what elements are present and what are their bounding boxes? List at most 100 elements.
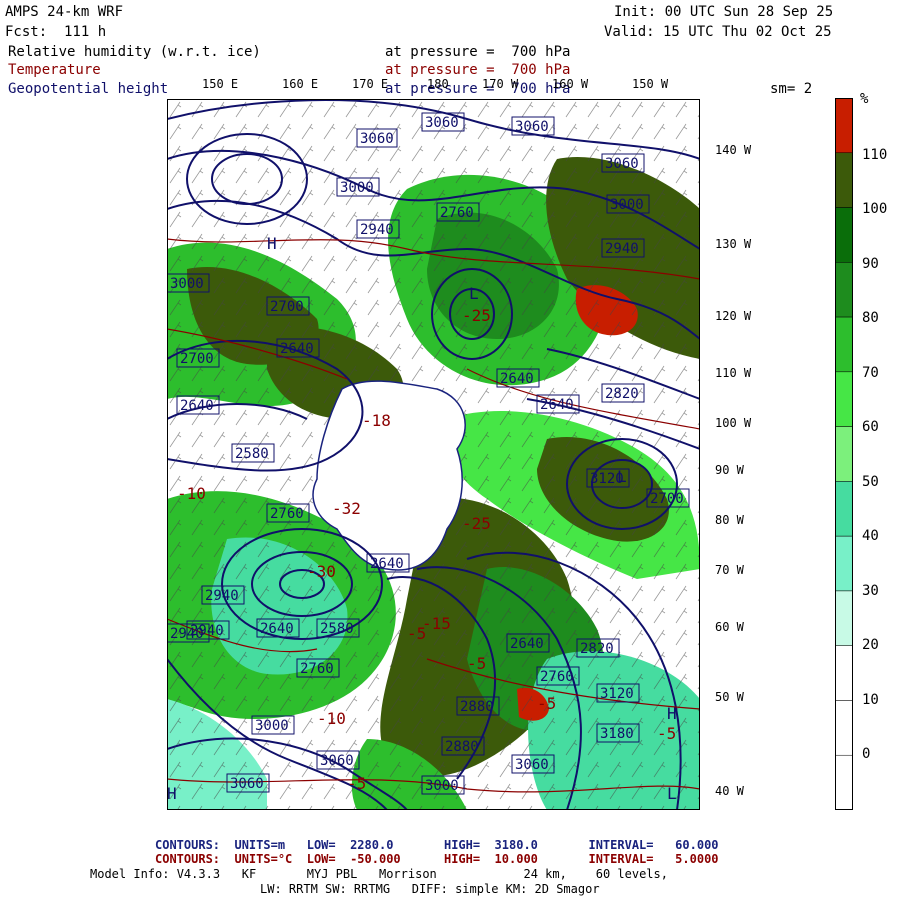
temp-label: -25 <box>462 514 491 533</box>
temp-label: -5 <box>657 724 676 743</box>
model-title: AMPS 24-km WRF <box>5 4 124 20</box>
height-label: 2820 <box>601 383 645 403</box>
colorbar-label: 90 <box>862 256 879 272</box>
height-label: 3000 <box>167 273 210 293</box>
colorbar-label: 60 <box>862 419 879 435</box>
colorbar-label: 10 <box>862 692 879 708</box>
field-height-level: at pressure = 700 hPa <box>385 81 571 97</box>
svg-text:2820: 2820 <box>605 386 639 402</box>
svg-text:3060: 3060 <box>605 156 639 172</box>
svg-text:2760: 2760 <box>270 506 304 522</box>
lon-label-right: 40 W <box>715 784 744 798</box>
svg-text:2640: 2640 <box>260 621 294 637</box>
height-label: 3060 <box>511 116 555 136</box>
smoothing-label: sm= 2 <box>770 81 813 97</box>
svg-text:3060: 3060 <box>515 757 549 773</box>
svg-text:2700: 2700 <box>650 491 684 507</box>
init-time: Init: 00 UTC Sun 28 Sep 25 <box>614 4 834 20</box>
lon-label: 160 W <box>552 77 589 91</box>
svg-text:2640: 2640 <box>180 398 214 414</box>
lon-label: 170 W <box>482 77 519 91</box>
temp-label: -18 <box>362 411 391 430</box>
height-label: 2580 <box>231 443 275 463</box>
lon-label: 170 E <box>352 77 389 91</box>
colorbar-label: 30 <box>862 583 879 599</box>
lon-label: 160 E <box>282 77 319 91</box>
svg-text:2580: 2580 <box>320 621 354 637</box>
colorbar-cell <box>835 262 853 318</box>
svg-text:2640: 2640 <box>540 397 574 413</box>
footer-model-info: Model Info: V4.3.3 KF MYJ PBL Morrison 2… <box>90 867 668 881</box>
height-label: 2640 <box>366 553 410 573</box>
svg-text:2700: 2700 <box>270 299 304 315</box>
svg-text:2760: 2760 <box>540 669 574 685</box>
height-label: 2940 <box>356 219 400 239</box>
temp-label: -5 <box>407 624 426 643</box>
footer-temp-contours: CONTOURS: UNITS=°C LOW= -50.000 HIGH= 10… <box>155 852 719 866</box>
temp-label: -5 <box>537 694 556 713</box>
svg-text:3180: 3180 <box>600 726 634 742</box>
temp-label: -5 <box>467 654 486 673</box>
height-label: 2700 <box>266 296 310 316</box>
height-label: 2640 <box>256 618 300 638</box>
colorbar-unit: % <box>860 91 869 107</box>
lon-label-right: 80 W <box>715 513 744 527</box>
svg-text:2580: 2580 <box>235 446 269 462</box>
temp-label: -10 <box>177 484 206 503</box>
colorbar-cell <box>835 371 853 427</box>
svg-text:3000: 3000 <box>340 180 374 196</box>
temp-label: -5 <box>347 774 366 793</box>
svg-text:2640: 2640 <box>280 341 314 357</box>
colorbar-label: 40 <box>862 528 879 544</box>
height-label: 3180 <box>596 723 640 743</box>
svg-text:2760: 2760 <box>440 205 474 221</box>
svg-text:3060: 3060 <box>320 753 354 769</box>
forecast-hour: Fcst: 111 h <box>5 24 107 40</box>
svg-text:2640: 2640 <box>370 556 404 572</box>
temp-label: -30 <box>307 562 336 581</box>
height-label: 3120 <box>596 683 640 703</box>
temp-label: -32 <box>332 499 361 518</box>
svg-text:3060: 3060 <box>515 119 549 135</box>
colorbar-cell <box>835 426 853 482</box>
svg-text:2880: 2880 <box>460 699 494 715</box>
svg-text:3000: 3000 <box>170 276 204 292</box>
high-center: H <box>667 704 677 723</box>
colorbar-label: 100 <box>862 201 888 217</box>
lon-label-right: 120 W <box>715 309 752 323</box>
height-label: 2640 <box>506 633 550 653</box>
height-label: 2640 <box>176 395 220 415</box>
lon-label-right: 100 W <box>715 416 752 430</box>
svg-text:2940: 2940 <box>170 626 204 642</box>
height-label: 3000 <box>336 177 380 197</box>
field-temp-level: at pressure = 700 hPa <box>385 62 571 78</box>
colorbar-cell <box>835 535 853 592</box>
svg-text:3000: 3000 <box>255 718 289 734</box>
low-center: L <box>469 284 479 303</box>
field-rh-level: at pressure = 700 hPa <box>385 44 571 60</box>
svg-text:3120: 3120 <box>600 686 634 702</box>
colorbar <box>835 98 853 810</box>
lon-label: 180 <box>427 77 449 91</box>
svg-text:3060: 3060 <box>230 776 264 792</box>
svg-text:2760: 2760 <box>300 661 334 677</box>
colorbar-label: 50 <box>862 474 879 490</box>
height-label: 2640 <box>276 338 320 358</box>
svg-text:3000: 3000 <box>610 197 644 213</box>
height-label: 2940 <box>601 238 645 258</box>
field-rh-name: Relative humidity (w.r.t. ice) <box>8 44 261 60</box>
temp-label: -15 <box>422 614 451 633</box>
svg-text:2640: 2640 <box>510 636 544 652</box>
colorbar-cell <box>835 316 853 373</box>
height-label: 2640 <box>496 368 540 388</box>
low-center: L <box>617 467 627 486</box>
height-label: 2580 <box>316 618 360 638</box>
lon-label-right: 70 W <box>715 563 744 577</box>
field-height-name: Geopotential height <box>8 81 169 97</box>
height-label: 3060 <box>421 112 465 132</box>
height-label: 3000 <box>251 715 295 735</box>
lon-label-right: 60 W <box>715 620 744 634</box>
colorbar-cell <box>835 207 853 263</box>
valid-time: Valid: 15 UTC Thu 02 Oct 25 <box>604 24 832 40</box>
colorbar-cell <box>835 645 853 701</box>
